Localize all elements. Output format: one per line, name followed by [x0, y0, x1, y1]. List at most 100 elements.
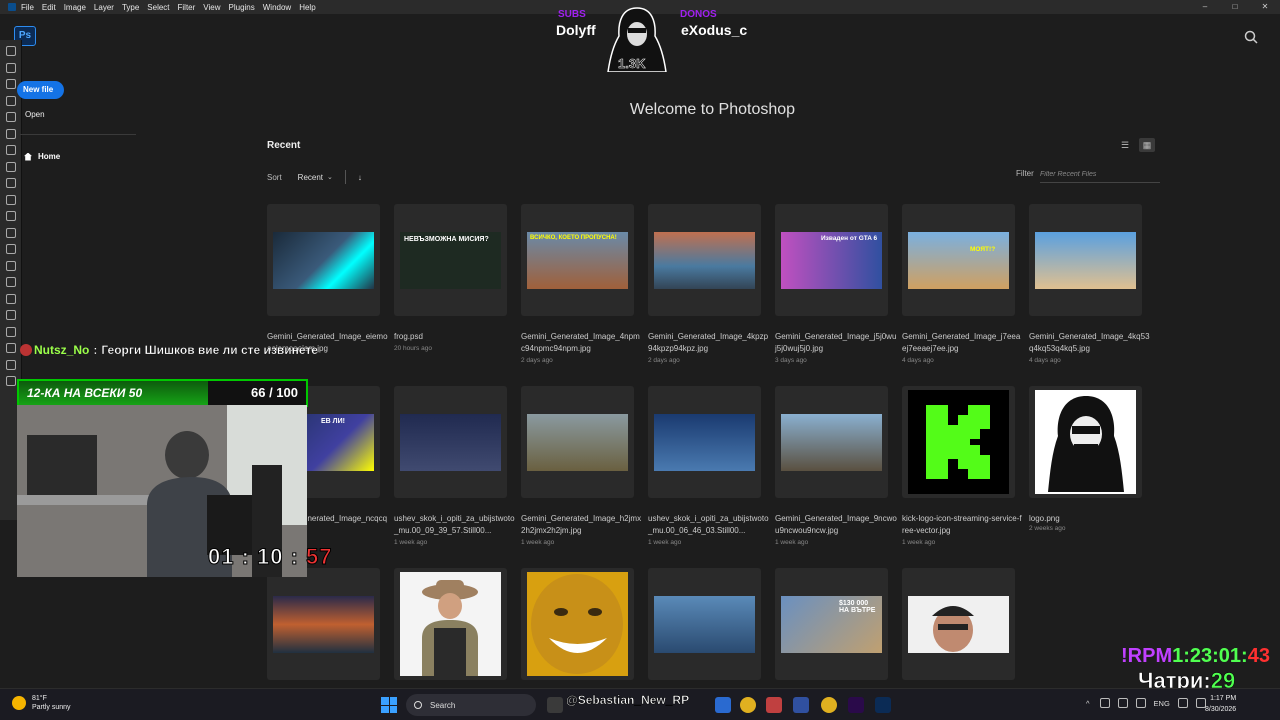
brush-tool-icon[interactable]: [6, 178, 16, 188]
file-name[interactable]: Gemini_Generated_Image_4kq53q4kq53q4kq5.…: [1029, 331, 1151, 355]
chrome-icon[interactable]: [740, 697, 756, 713]
recent-file-card[interactable]: [521, 568, 634, 680]
file-name[interactable]: Gemini_Generated_Image_h2jmx2h2jmx2h2jm.…: [521, 513, 643, 537]
menu-window[interactable]: Window: [263, 3, 291, 12]
tray-app-icon[interactable]: [1117, 698, 1128, 708]
sidebar-item-home[interactable]: Home: [24, 152, 60, 161]
recent-file-card[interactable]: [394, 568, 507, 680]
language-indicator[interactable]: ENG: [1154, 699, 1170, 708]
blur-tool-icon[interactable]: [6, 260, 16, 271]
search-icon[interactable]: [1244, 30, 1258, 44]
eyedropper-tool-icon[interactable]: [6, 145, 16, 155]
menu-layer[interactable]: Layer: [94, 3, 114, 12]
healing-tool-icon[interactable]: [6, 161, 16, 172]
latest-sub-name: Dolyff: [556, 22, 596, 38]
history-brush-icon[interactable]: [6, 211, 16, 221]
tray-app-icon[interactable]: [1135, 698, 1146, 708]
path-select-icon[interactable]: [6, 326, 16, 337]
file-name[interactable]: frog.psd: [394, 331, 516, 343]
menu-help[interactable]: Help: [299, 3, 315, 12]
recent-file-card[interactable]: [1029, 204, 1142, 316]
file-name[interactable]: kick-logo-icon-streaming-service-free-ve…: [902, 513, 1024, 537]
recent-file-card[interactable]: [267, 568, 380, 680]
shape-tool-icon[interactable]: [6, 343, 16, 353]
filter-input[interactable]: [1040, 167, 1160, 183]
menu-image[interactable]: Image: [64, 3, 86, 12]
recent-file-card[interactable]: [775, 386, 888, 498]
taskbar-search[interactable]: Search: [406, 694, 536, 716]
marquee-tool-icon[interactable]: [6, 62, 16, 73]
clock-time: 1:17 PM: [1210, 695, 1237, 702]
search-icon: [414, 701, 422, 709]
sort-dropdown[interactable]: Recent: [298, 173, 323, 182]
start-button-icon[interactable]: [381, 697, 397, 713]
file-name[interactable]: Gemini_Generated_Image_4npmc94npmc94npm.…: [521, 331, 643, 355]
recent-file-card[interactable]: [394, 386, 507, 498]
frame-tool-icon[interactable]: [6, 128, 16, 139]
chat-separator: :: [93, 343, 98, 357]
stamp-tool-icon[interactable]: [6, 194, 16, 205]
tray-app-icon[interactable]: [1099, 698, 1110, 708]
file-name[interactable]: Gemini_Generated_Image_9ncwou9ncwou9ncw.…: [775, 513, 897, 537]
recent-file-card[interactable]: НЕВЪЗМОЖНА МИСИЯ?: [394, 204, 507, 316]
menu-type[interactable]: Type: [122, 3, 139, 12]
menu-filter[interactable]: Filter: [178, 3, 196, 12]
move-tool-icon[interactable]: [6, 46, 16, 56]
premiere-icon[interactable]: [848, 697, 864, 713]
grid-view-icon[interactable]: ▦: [1139, 138, 1155, 152]
lasso-tool-icon[interactable]: [6, 79, 16, 89]
zoom-tool-icon[interactable]: [6, 376, 16, 386]
menu-file[interactable]: File: [21, 3, 34, 12]
dodge-tool-icon[interactable]: [6, 277, 16, 287]
list-view-icon[interactable]: ☰: [1117, 138, 1133, 152]
recent-file-card[interactable]: ВСИЧКО, КОЕТО ПРОПУСНА!: [521, 204, 634, 316]
menu-edit[interactable]: Edit: [42, 3, 56, 12]
app-icon[interactable]: [766, 697, 782, 713]
file-name[interactable]: logo.png: [1029, 513, 1151, 525]
recent-file-card[interactable]: [902, 568, 1015, 680]
edge-browser-icon[interactable]: [715, 697, 731, 713]
recent-file-card[interactable]: [648, 568, 761, 680]
tray-chevron-icon[interactable]: ^: [1086, 699, 1090, 708]
chevron-down-icon[interactable]: ⌄: [327, 173, 333, 181]
maximize-button[interactable]: □: [1220, 0, 1250, 14]
recent-file-card[interactable]: [648, 386, 761, 498]
recent-file-card[interactable]: Изваден от GTA 6: [775, 204, 888, 316]
file-name[interactable]: Gemini_Generated_Image_j7eeaej7eeaej7ee.…: [902, 331, 1024, 355]
chrome-icon[interactable]: [821, 697, 837, 713]
menu-view[interactable]: View: [203, 3, 220, 12]
taskbar-clock[interactable]: 1:17 PM 8/30/2026: [1205, 693, 1236, 715]
hand-tool-icon[interactable]: [6, 359, 16, 370]
menu-plugins[interactable]: Plugins: [229, 3, 255, 12]
recent-file-card[interactable]: $130 000 НА ВЪТРЕ: [775, 568, 888, 680]
recent-file-card[interactable]: [521, 386, 634, 498]
type-tool-icon[interactable]: [6, 310, 16, 320]
weather-widget[interactable]: 81°F Partly sunny: [12, 694, 71, 712]
photoshop-mini-icon: [8, 3, 16, 11]
donos-label: DONOS: [680, 9, 717, 20]
file-name[interactable]: Gemini_Generated_Image_4kpzp94kpzp94kpz.…: [648, 331, 770, 355]
sidebar-item-label: Home: [38, 152, 61, 161]
weather-temp: 81°F: [32, 695, 47, 702]
network-icon[interactable]: [1177, 698, 1188, 708]
eraser-tool-icon[interactable]: [6, 227, 16, 238]
menu-select[interactable]: Select: [147, 3, 169, 12]
file-name[interactable]: ushev_skok_i_opiti_za_ubijstwoto_mu.00_0…: [648, 513, 770, 537]
file-name[interactable]: ushev_skok_i_opiti_za_ubijstwoto_mu.00_0…: [394, 513, 516, 537]
recent-file-card[interactable]: [648, 204, 761, 316]
close-button[interactable]: ✕: [1250, 0, 1280, 14]
photoshop-taskbar-icon[interactable]: [875, 697, 891, 713]
new-file-button[interactable]: New file: [17, 81, 64, 99]
minimize-button[interactable]: –: [1190, 0, 1220, 14]
welcome-title: Welcome to Photoshop: [629, 101, 796, 118]
recent-file-card[interactable]: МОЯТ!?: [902, 204, 1015, 316]
recent-file-card[interactable]: [902, 386, 1015, 498]
gradient-tool-icon[interactable]: [6, 244, 16, 254]
recent-file-card[interactable]: [267, 204, 380, 316]
file-name[interactable]: Gemini_Generated_Image_j5j0wuj5j0wuj5j0.…: [775, 331, 897, 355]
pen-tool-icon[interactable]: [6, 293, 16, 304]
recent-file-card[interactable]: [1029, 386, 1142, 498]
task-view-icon[interactable]: [547, 697, 563, 713]
app-icon[interactable]: [793, 697, 809, 713]
sort-direction-icon[interactable]: ↓: [358, 173, 362, 182]
